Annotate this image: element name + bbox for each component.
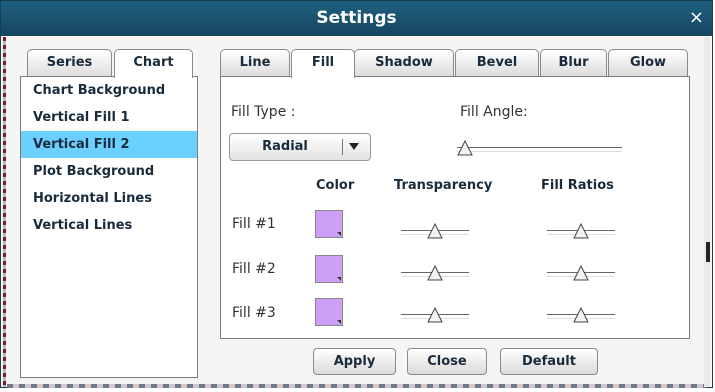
list-item-vertical-lines[interactable]: Vertical Lines — [21, 212, 197, 239]
list-item-vertical-fill-2[interactable]: Vertical Fill 2 — [21, 131, 197, 158]
slider-thumb[interactable] — [457, 140, 473, 156]
dropdown-separator — [342, 139, 343, 155]
settings-dialog: Settings × Series Chart Chart Background… — [0, 0, 713, 388]
tab-bevel[interactable]: Bevel — [455, 49, 539, 76]
fill-angle-label: Fill Angle: — [460, 104, 528, 120]
fill-2-ratio-slider[interactable] — [547, 265, 615, 281]
fill-3-color-swatch[interactable] — [315, 298, 343, 326]
fill-type-label: Fill Type : — [231, 104, 296, 120]
fill-1-transparency-slider[interactable] — [401, 223, 469, 239]
transparency-column-header: Transparency — [394, 178, 493, 193]
swatch-dropdown-icon — [337, 232, 341, 236]
fill-2-transparency-slider[interactable] — [401, 265, 469, 281]
fill-2-label: Fill #2 — [232, 261, 276, 277]
right-border — [704, 37, 710, 387]
slider-thumb[interactable] — [573, 223, 589, 239]
default-button[interactable]: Default — [500, 348, 598, 375]
dialog-title: Settings — [316, 8, 397, 28]
title-bar[interactable]: Settings × — [1, 1, 712, 36]
list-item-plot-background[interactable]: Plot Background — [21, 158, 197, 185]
tab-line[interactable]: Line — [220, 49, 290, 76]
fill-1-color-swatch[interactable] — [315, 210, 343, 238]
slider-thumb[interactable] — [427, 265, 443, 281]
slider-thumb[interactable] — [427, 223, 443, 239]
slider-thumb[interactable] — [573, 265, 589, 281]
close-icon[interactable]: × — [689, 9, 704, 27]
slider-track — [457, 147, 622, 152]
swatch-dropdown-icon — [337, 320, 341, 324]
tab-glow[interactable]: Glow — [608, 49, 688, 76]
tab-series[interactable]: Series — [27, 49, 112, 77]
swatch-dropdown-icon — [337, 277, 341, 281]
tab-shadow[interactable]: Shadow — [354, 49, 454, 76]
fill-ratios-column-header: Fill Ratios — [541, 178, 614, 193]
list-item-horizontal-lines[interactable]: Horizontal Lines — [21, 185, 197, 212]
fill-angle-slider[interactable] — [457, 140, 622, 156]
chevron-down-icon[interactable] — [349, 143, 359, 150]
bottom-border-decoration — [7, 384, 707, 388]
scroll-mark — [706, 242, 710, 262]
fill-type-value: Radial — [262, 139, 308, 154]
fill-3-ratio-slider[interactable] — [547, 307, 615, 323]
fill-type-dropdown[interactable]: Radial — [229, 133, 371, 161]
fill-2-color-swatch[interactable] — [315, 255, 343, 283]
list-item-vertical-fill-1[interactable]: Vertical Fill 1 — [21, 104, 197, 131]
tab-fill[interactable]: Fill — [291, 49, 355, 78]
left-border-decoration — [3, 37, 6, 387]
list-item-chart-background[interactable]: Chart Background — [21, 77, 197, 104]
fill-1-ratio-slider[interactable] — [547, 223, 615, 239]
tab-blur[interactable]: Blur — [540, 49, 607, 76]
chart-element-list: Chart Background Vertical Fill 1 Vertica… — [20, 76, 198, 378]
slider-thumb[interactable] — [573, 307, 589, 323]
apply-button[interactable]: Apply — [313, 348, 396, 375]
color-column-header: Color — [316, 178, 355, 193]
fill-3-label: Fill #3 — [232, 305, 276, 321]
fill-1-label: Fill #1 — [232, 216, 276, 232]
close-button[interactable]: Close — [407, 348, 487, 375]
slider-thumb[interactable] — [427, 307, 443, 323]
tab-chart[interactable]: Chart — [114, 49, 193, 78]
fill-3-transparency-slider[interactable] — [401, 307, 469, 323]
